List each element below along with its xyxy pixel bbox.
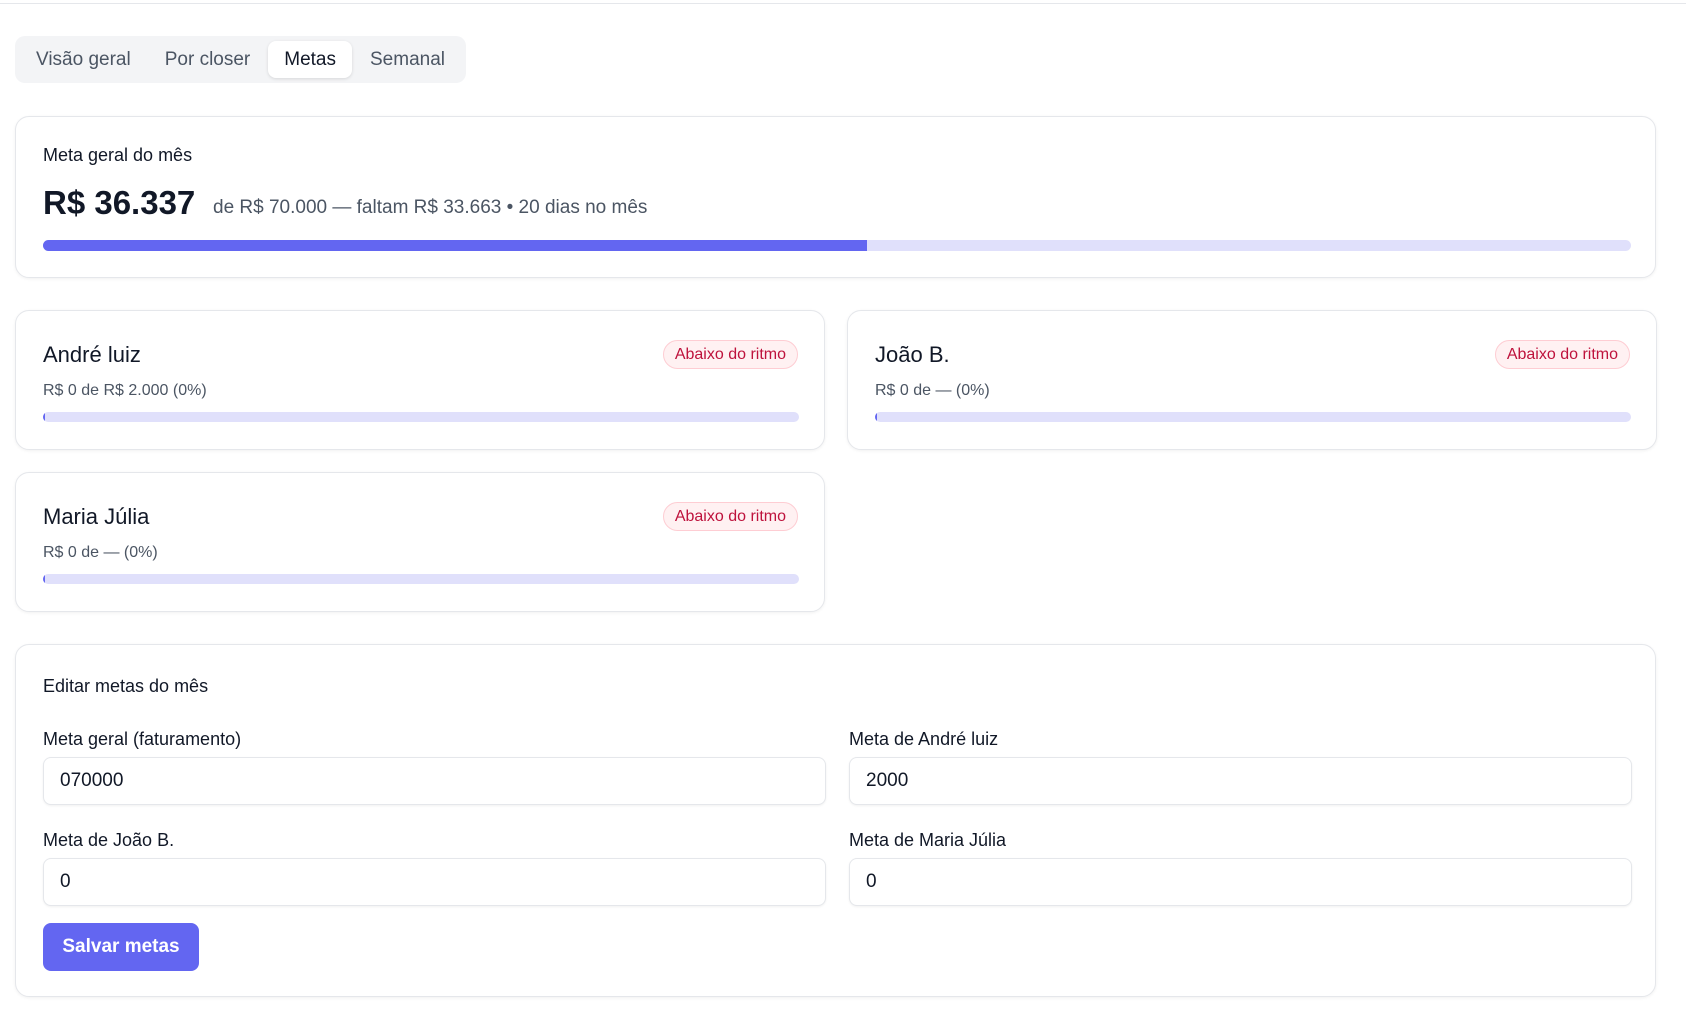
edit-goals-title: Editar metas do mês — [43, 676, 209, 696]
overall-goal-title: Meta geral do mês — [43, 145, 193, 165]
overall-goal-card: Meta geral do mês R$ 36.337 de R$ 70.000… — [15, 116, 1656, 278]
closer-progress-bar — [875, 412, 1631, 422]
joao-goal-input[interactable] — [43, 858, 826, 906]
closer-name: João B. — [875, 342, 950, 367]
closer-goal-text: R$ 0 de — (0%) — [875, 382, 990, 399]
status-badge: Abaixo do ritmo — [1494, 340, 1630, 369]
closer-progress-fill — [875, 412, 877, 422]
closer-card-joao: João B. Abaixo do ritmo R$ 0 de — (0%) — [847, 310, 1657, 450]
overall-goal-input[interactable] — [43, 757, 826, 805]
status-badge: Abaixo do ritmo — [662, 340, 798, 369]
closer-goal-text: R$ 0 de — (0%) — [43, 544, 158, 561]
overall-progress-bar — [43, 240, 1631, 251]
overall-goal-amount: R$ 36.337 — [43, 184, 196, 221]
closer-goal-text: R$ 0 de R$ 2.000 (0%) — [43, 382, 207, 399]
status-badge: Abaixo do ritmo — [662, 502, 798, 531]
closer-name: Maria Júlia — [43, 504, 150, 529]
andre-goal-label: Meta de André luiz — [849, 729, 999, 749]
top-divider — [0, 3, 1686, 4]
closer-card-maria: Maria Júlia Abaixo do ritmo R$ 0 de — (0… — [15, 472, 825, 612]
joao-goal-label: Meta de João B. — [43, 830, 175, 850]
andre-goal-input[interactable] — [849, 757, 1632, 805]
closer-progress-bar — [43, 574, 799, 584]
maria-goal-label: Meta de Maria Júlia — [849, 830, 1007, 850]
overall-goal-label: Meta geral (faturamento) — [43, 729, 242, 749]
closer-card-andre: André luiz Abaixo do ritmo R$ 0 de R$ 2.… — [15, 310, 825, 450]
overall-progress-fill — [43, 240, 868, 251]
closer-name: André luiz — [43, 342, 141, 367]
save-goals-button[interactable]: Salvar metas — [43, 923, 199, 971]
tab-metas[interactable]: Metas — [268, 41, 352, 78]
tab-bar: Visão geral Por closer Metas Semanal — [15, 36, 466, 83]
tab-visao-geral[interactable]: Visão geral — [20, 41, 147, 78]
maria-goal-input[interactable] — [849, 858, 1632, 906]
tab-por-closer[interactable]: Por closer — [149, 41, 267, 78]
edit-goals-card: Editar metas do mês Meta geral (faturame… — [15, 644, 1656, 997]
closer-progress-bar — [43, 412, 799, 422]
overall-goal-subtitle: de R$ 70.000 — faltam R$ 33.663 • 20 dia… — [213, 197, 648, 218]
closer-progress-fill — [43, 574, 45, 584]
closer-progress-fill — [43, 412, 45, 422]
tab-semanal[interactable]: Semanal — [354, 41, 461, 78]
